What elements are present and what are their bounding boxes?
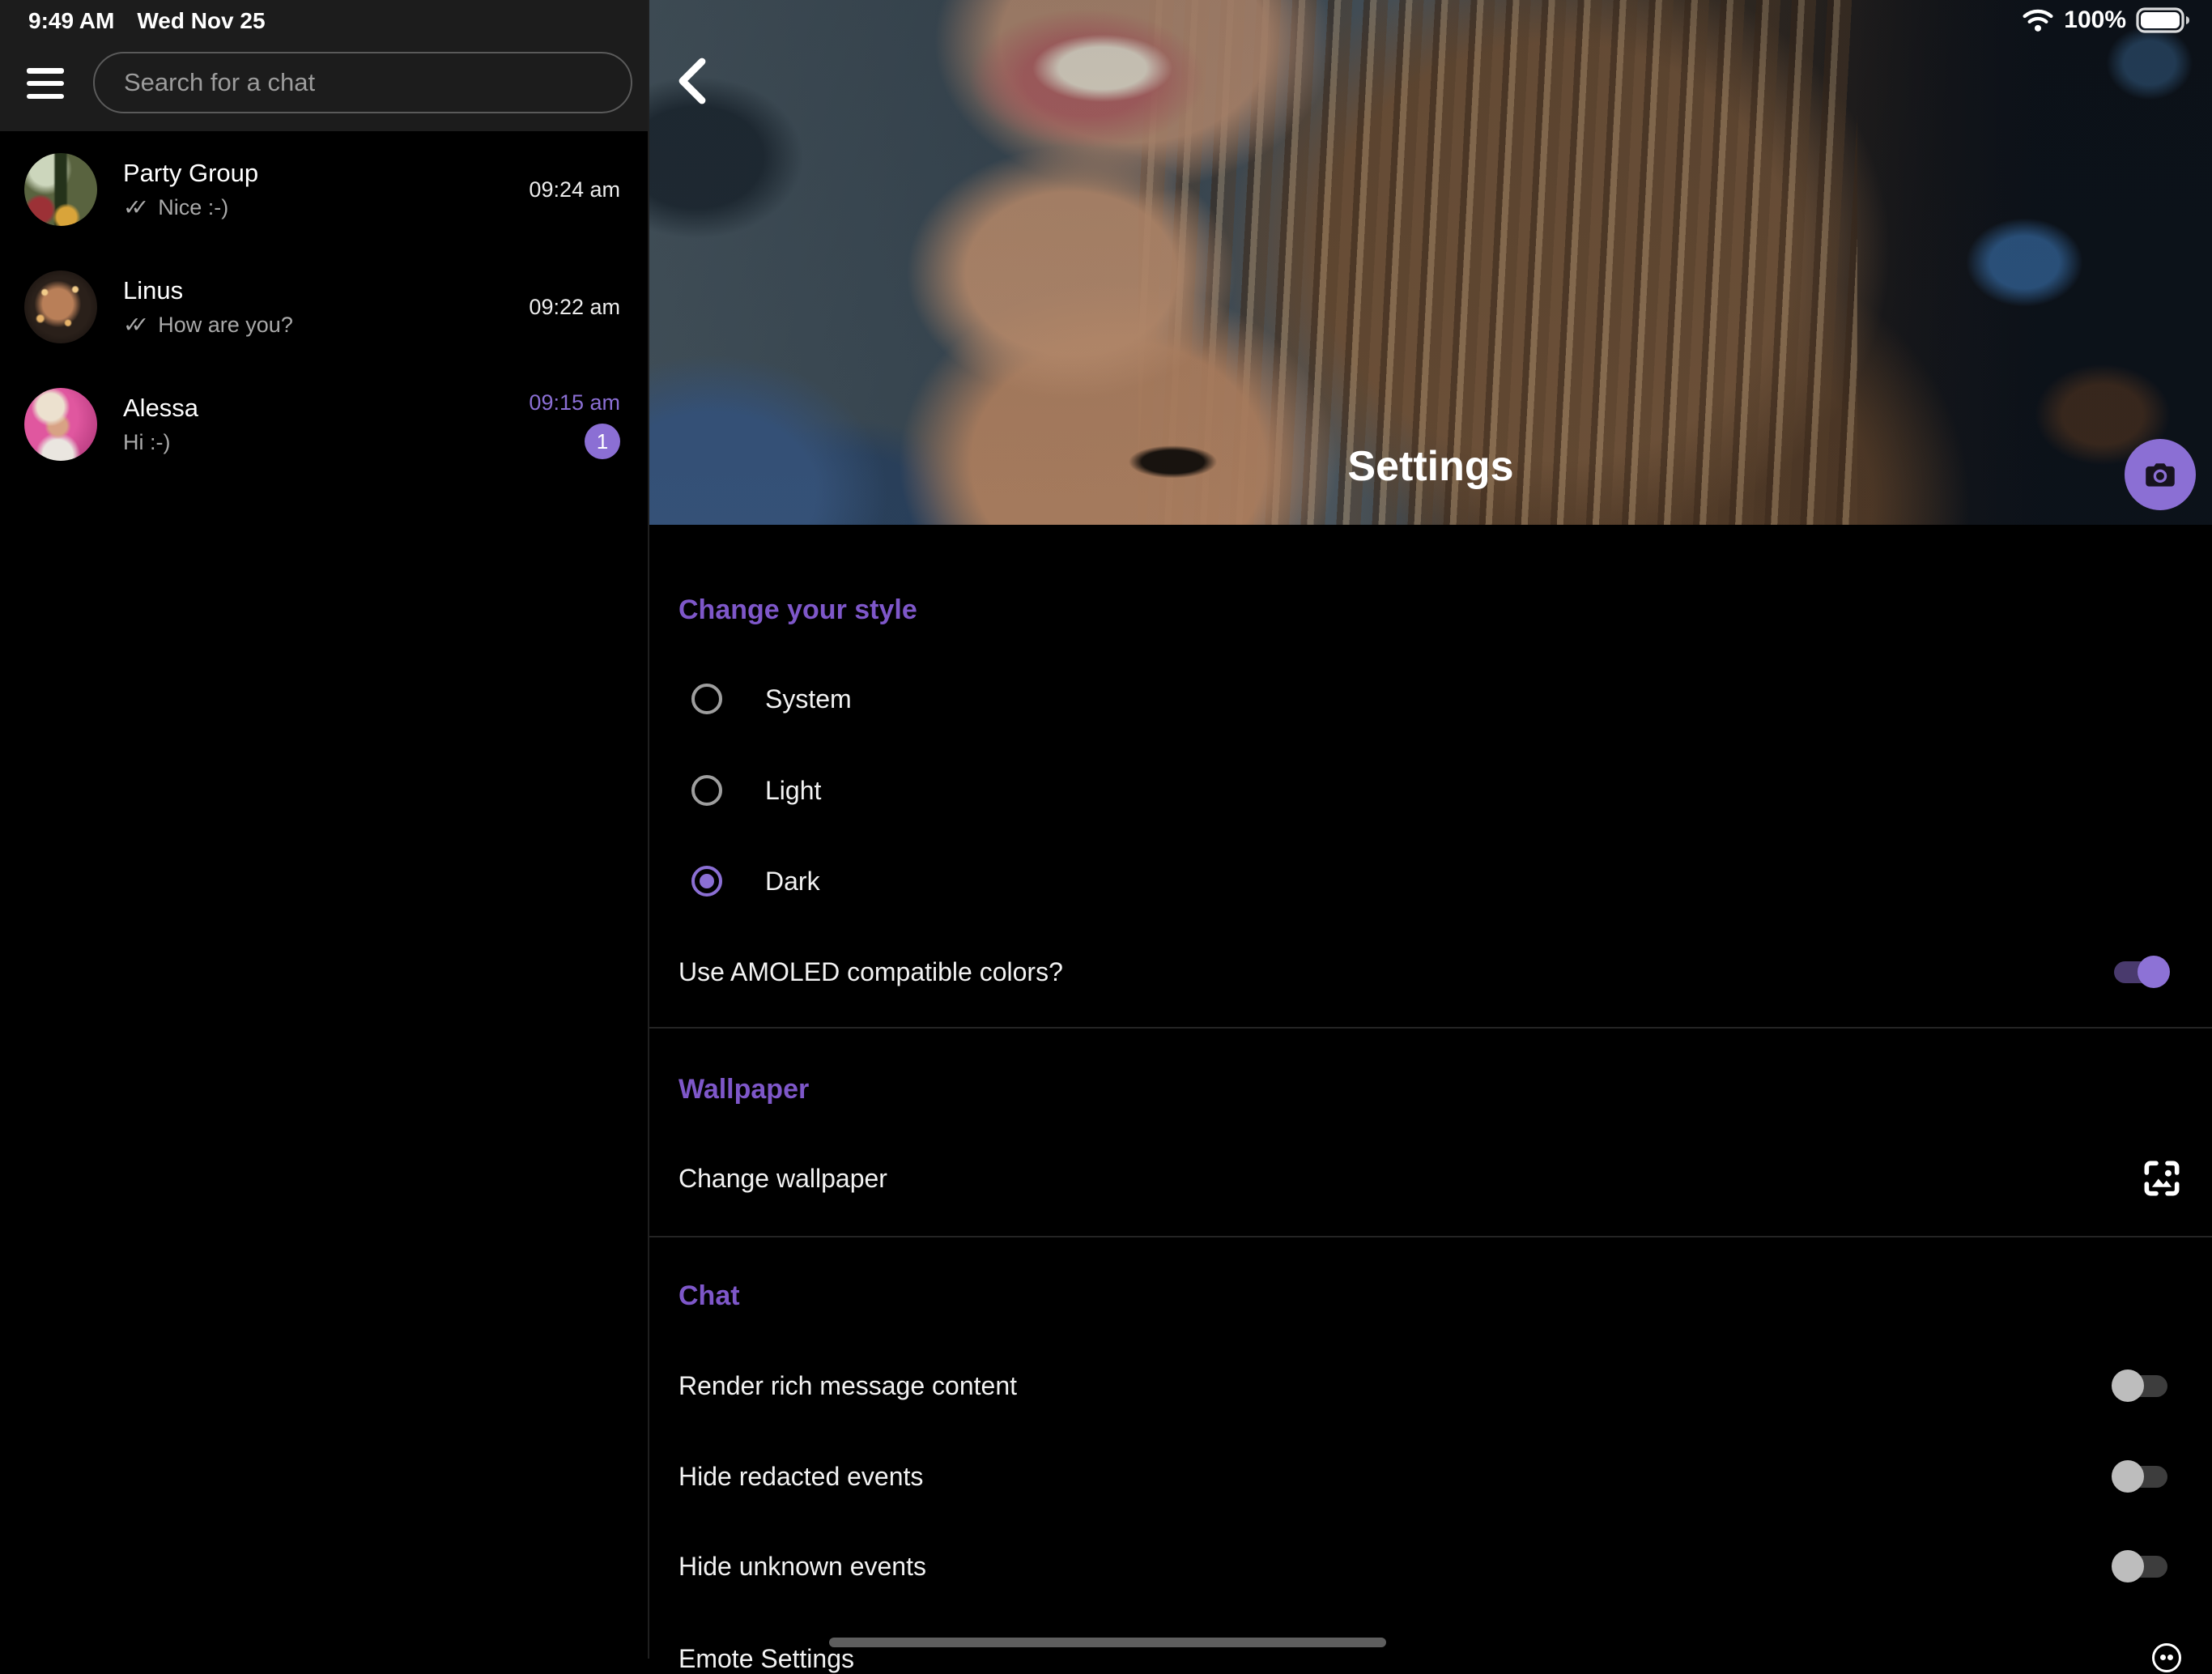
chat-preview-text: How are you? [158, 313, 293, 338]
chat-list: Party Group ✓✓ Nice :-) 09:24 am Linus ✓… [0, 131, 648, 483]
wifi-icon [2022, 7, 2054, 33]
avatar [24, 270, 97, 343]
radio-label: System [765, 684, 852, 714]
chat-preview-text: Nice :-) [158, 195, 228, 220]
battery-icon [2136, 7, 2191, 33]
radio-icon[interactable] [691, 775, 722, 806]
radio-icon-selected[interactable] [691, 866, 722, 897]
chat-list-panel: 9:49 AM Wed Nov 25 Party Group ✓✓ Nice :… [0, 0, 649, 1659]
chat-list-item-alessa[interactable]: Alessa Hi :-) 09:15 am 1 [0, 366, 648, 483]
chat-preview-text: Hi :-) [123, 430, 170, 455]
chat-name: Linus [123, 277, 293, 305]
settings-header-photo: 100% Settings [649, 0, 2212, 525]
change-avatar-camera-button[interactable] [2125, 439, 2196, 510]
radio-option-system[interactable]: System [691, 681, 852, 717]
render-rich-content-toggle[interactable] [2112, 1369, 2170, 1402]
hide-redacted-events-row: Hide redacted events [649, 1457, 2212, 1496]
image-frame-icon[interactable] [2139, 1156, 2184, 1201]
back-button[interactable] [667, 53, 716, 110]
hide-unknown-events-row: Hide unknown events [649, 1547, 2212, 1586]
emote-settings-label[interactable]: Emote Settings [678, 1644, 854, 1674]
amoled-toggle[interactable] [2112, 956, 2170, 988]
status-date: Wed Nov 25 [137, 8, 265, 34]
section-heading-style: Change your style [678, 594, 917, 626]
scrollbar-thumb[interactable] [829, 1638, 1386, 1647]
radio-label: Dark [765, 867, 820, 897]
chat-time: 09:15 am [529, 390, 620, 415]
avatar [24, 153, 97, 226]
status-bar-left: 9:49 AM Wed Nov 25 [28, 8, 266, 34]
section-divider [649, 1027, 2212, 1029]
chat-time: 09:22 am [529, 295, 620, 320]
radio-option-dark[interactable]: Dark [691, 863, 820, 899]
read-receipt-icon: ✓✓ [123, 313, 138, 338]
sidebar-appbar: 9:49 AM Wed Nov 25 [0, 0, 648, 131]
page-title: Settings [649, 442, 2212, 491]
hide-redacted-events-toggle[interactable] [2112, 1460, 2170, 1493]
settings-panel: 100% Settings Change your style System [649, 0, 2212, 1659]
emoji-smiley-icon [2152, 1643, 2181, 1672]
render-rich-content-row: Render rich message content [649, 1366, 2212, 1405]
radio-label: Light [765, 776, 821, 806]
chat-list-item-party-group[interactable]: Party Group ✓✓ Nice :-) 09:24 am [0, 131, 648, 249]
chat-name: Alessa [123, 394, 198, 422]
section-divider [649, 1236, 2212, 1237]
camera-icon [2142, 457, 2178, 492]
toggle-label: Hide unknown events [678, 1552, 926, 1582]
hamburger-menu-icon[interactable] [27, 68, 64, 99]
amoled-setting-row: Use AMOLED compatible colors? [649, 952, 2212, 991]
read-receipt-icon: ✓✓ [123, 195, 138, 220]
toggle-label: Render rich message content [678, 1371, 1017, 1401]
hide-unknown-events-toggle[interactable] [2112, 1550, 2170, 1582]
change-wallpaper-row[interactable]: Change wallpaper [649, 1159, 2212, 1198]
radio-icon[interactable] [691, 684, 722, 714]
chat-name: Party Group [123, 160, 258, 187]
chat-time: 09:24 am [529, 177, 620, 202]
section-heading-wallpaper: Wallpaper [678, 1073, 809, 1105]
search-input[interactable] [93, 52, 632, 113]
chat-list-item-linus[interactable]: Linus ✓✓ How are you? 09:22 am [0, 249, 648, 366]
section-heading-chat: Chat [678, 1280, 740, 1312]
battery-percentage: 100% [2064, 6, 2126, 34]
status-time: 9:49 AM [28, 8, 114, 34]
toggle-label: Hide redacted events [678, 1462, 923, 1492]
status-bar-right: 100% [2022, 6, 2191, 34]
chevron-left-icon [673, 57, 710, 105]
change-wallpaper-label: Change wallpaper [678, 1164, 887, 1194]
unread-count-badge: 1 [585, 424, 620, 459]
radio-option-light[interactable]: Light [691, 773, 821, 808]
avatar [24, 388, 97, 461]
amoled-label: Use AMOLED compatible colors? [678, 957, 1063, 987]
